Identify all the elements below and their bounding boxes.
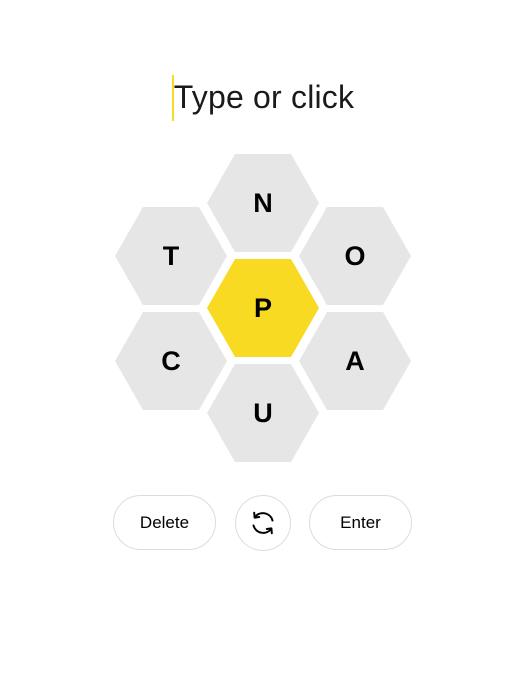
- hive-cell-upper-right[interactable]: O: [299, 207, 411, 305]
- hive-letter-bottom: U: [253, 398, 273, 428]
- input-placeholder: Type or click: [173, 79, 355, 115]
- word-input-row[interactable]: Type or click: [0, 72, 528, 122]
- hive-letter-center: P: [254, 293, 272, 323]
- delete-button[interactable]: Delete: [113, 495, 216, 550]
- hive-letter-lower-right: A: [345, 346, 365, 376]
- hive-letter-top: N: [253, 188, 273, 218]
- hive-cell-center[interactable]: P: [207, 259, 319, 357]
- hive-controls: Delete Enter: [0, 495, 528, 552]
- shuffle-button[interactable]: [235, 495, 291, 551]
- enter-button[interactable]: Enter: [309, 495, 412, 550]
- hive-letter-upper-left: T: [163, 241, 180, 271]
- hive-cell-top[interactable]: N: [207, 154, 319, 252]
- hive-cell-lower-left[interactable]: C: [115, 312, 227, 410]
- shuffle-icon: [252, 511, 274, 535]
- hive-letter-lower-left: C: [161, 346, 181, 376]
- word-input[interactable]: Type or click: [171, 72, 355, 122]
- hive-cell-lower-right[interactable]: A: [299, 312, 411, 410]
- input-cursor: [171, 75, 174, 121]
- hive-cell-bottom[interactable]: U: [207, 364, 319, 462]
- hive-letter-upper-right: O: [344, 241, 365, 271]
- hive-cell-upper-left[interactable]: T: [115, 207, 227, 305]
